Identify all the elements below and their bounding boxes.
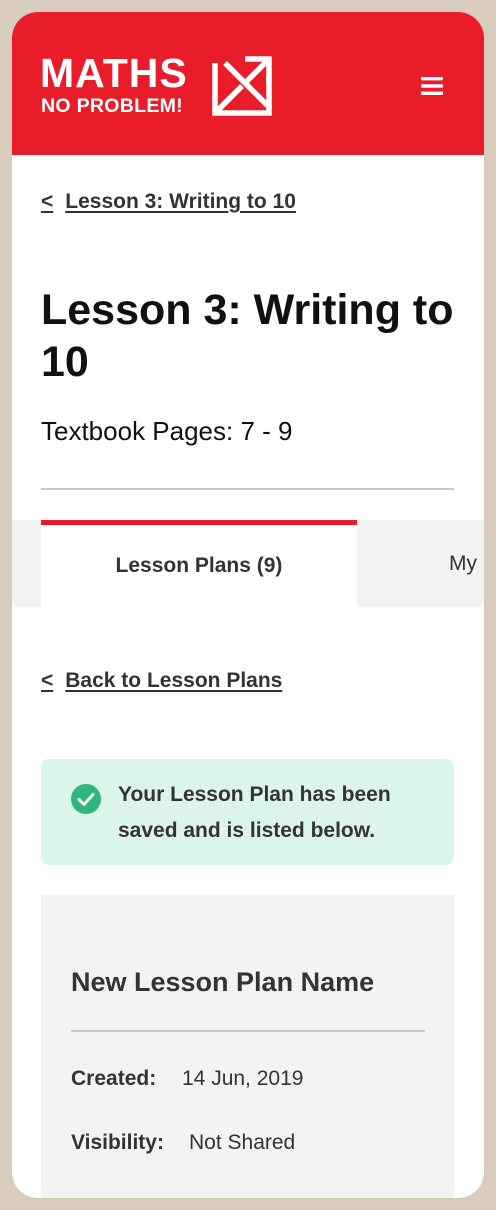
app-screen: MATHS NO PROBLEM! <Lesson 3: Writing to: [12, 12, 484, 1198]
lesson-plan-name: New Lesson Plan Name: [71, 967, 375, 997]
success-alert: Your Lesson Plan has been saved and is l…: [41, 759, 454, 865]
tab-bar: Lesson Plans (9) My: [12, 520, 484, 607]
visibility-label: Visibility:: [71, 1131, 164, 1154]
logo-wordmark-top: MATHS: [40, 50, 188, 96]
back-to-lesson-plans-link[interactable]: < Back to Lesson Plans: [41, 669, 282, 693]
tab-my[interactable]: My: [357, 520, 484, 607]
chevron-left-icon: <: [41, 669, 54, 692]
page-title: Lesson 3: Writing to 10: [41, 286, 454, 386]
chevron-left-icon: <: [41, 190, 54, 213]
card-divider: [71, 1030, 425, 1032]
hamburger-menu-icon: [421, 77, 443, 95]
alert-message: Your Lesson Plan has been saved and is l…: [118, 783, 391, 842]
back-link-label: Back to Lesson Plans: [65, 669, 283, 692]
visibility-value: Not Shared: [189, 1131, 296, 1154]
created-label: Created:: [71, 1067, 157, 1090]
breadcrumb-label: Lesson 3: Writing to 10: [65, 190, 296, 213]
logo-wordmark-bottom: NO PROBLEM!: [41, 95, 183, 117]
check-circle-icon: [71, 784, 101, 814]
textbook-pages: Textbook Pages: 7 - 9: [41, 416, 293, 446]
logo-mark-icon: [212, 56, 272, 116]
tab-lesson-plans[interactable]: Lesson Plans (9): [41, 520, 357, 607]
title-divider: [41, 488, 454, 490]
menu-button[interactable]: [414, 70, 450, 102]
lesson-plan-card[interactable]: New Lesson Plan Name Created: 14 Jun, 20…: [41, 895, 454, 1198]
site-header: MATHS NO PROBLEM!: [12, 12, 484, 155]
breadcrumb-link[interactable]: < Lesson 3: Writing to 10: [41, 190, 296, 214]
created-value: 14 Jun, 2019: [182, 1067, 304, 1090]
